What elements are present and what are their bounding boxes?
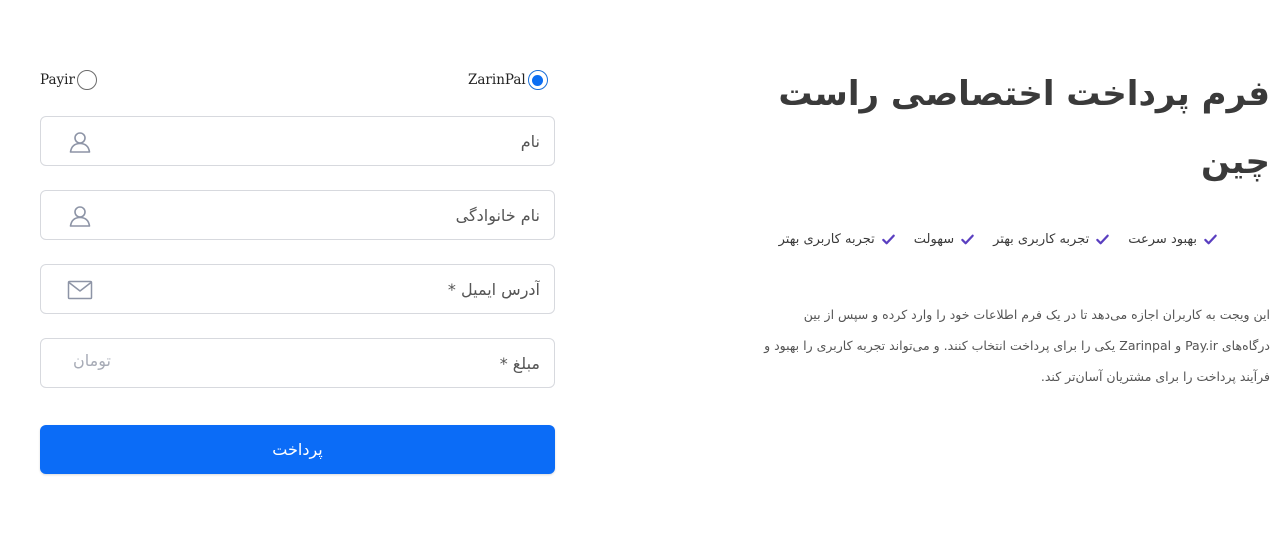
check-icon [1203, 232, 1218, 247]
gateway-label: Payir [40, 72, 75, 88]
description-line: این ویجت به کاربران اجازه می‌دهد تا در ی… [803, 307, 1270, 322]
gateway-option-zarinpal[interactable]: ZarinPal [468, 70, 548, 90]
last-name-input[interactable] [41, 191, 554, 239]
amount-input[interactable] [41, 339, 554, 387]
gateway-radio-payir[interactable] [76, 70, 97, 90]
feature-item: تجربه کاربری بهتر [993, 232, 1110, 247]
check-icon [960, 232, 975, 247]
gateway-radio-zarinpal[interactable] [527, 70, 548, 90]
feature-item: سهولت [914, 232, 975, 247]
description-line: فرآیند پرداخت را برای مشتریان آسان‌تر کن… [1040, 369, 1270, 384]
info-section: فرم پرداخت اختصاصی راست چین بهبود سرعت ت… [700, 60, 1270, 392]
feature-item: تجربه کاربری بهتر [779, 232, 896, 247]
feature-label: تجربه کاربری بهتر [993, 232, 1090, 247]
amount-field: تومان [40, 338, 555, 388]
first-name-input[interactable] [41, 117, 554, 165]
page-title: فرم پرداخت اختصاصی راست چین [778, 74, 1270, 182]
email-field [40, 264, 555, 314]
gateway-label: ZarinPal [468, 72, 526, 88]
feature-label: بهبود سرعت [1128, 232, 1197, 247]
feature-item: بهبود سرعت [1128, 232, 1218, 247]
last-name-field [40, 190, 555, 240]
description: این ویجت به کاربران اجازه می‌دهد تا در ی… [700, 299, 1270, 392]
check-icon [881, 232, 896, 247]
feature-label: سهولت [913, 232, 955, 247]
user-icon [67, 204, 93, 228]
first-name-field [40, 116, 555, 166]
feature-label: تجربه کاربری بهتر [778, 232, 875, 247]
pay-button[interactable]: پرداخت [40, 425, 555, 474]
currency-unit: تومان [73, 351, 111, 370]
email-input[interactable] [41, 265, 554, 313]
check-icon [1095, 232, 1110, 247]
gateway-selector: ZarinPal Payir [40, 68, 555, 96]
feature-list: بهبود سرعت تجربه کاربری بهتر سهولت تجربه… [700, 232, 1270, 247]
envelope-icon [67, 278, 93, 302]
gateway-option-payir[interactable]: Payir [40, 70, 97, 90]
user-icon [67, 130, 93, 154]
description-line: درگاه‌های Pay.ir و Zarinpal یکی را برای … [764, 338, 1270, 353]
payment-form: ZarinPal Payir تومان پرداخت [40, 68, 555, 474]
